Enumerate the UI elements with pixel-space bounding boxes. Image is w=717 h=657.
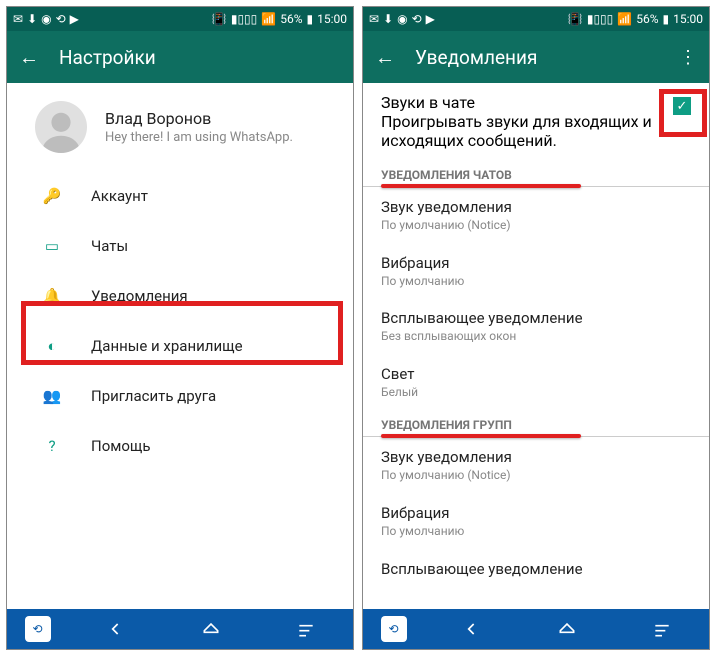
sync-icon: ⟲ (56, 12, 66, 26)
item-label: Аккаунт (91, 187, 148, 205)
setting-title: Вибрация (381, 254, 691, 272)
bell-icon: 🔔 (41, 287, 63, 305)
setting-subtitle: Белый (381, 385, 691, 401)
setting-group-sound[interactable]: Звук уведомления По умолчанию (Notice) (363, 438, 709, 494)
people-icon: 👥 (41, 387, 63, 405)
settings-item-chats[interactable]: ▭ Чаты (7, 221, 353, 271)
item-label: Пригласить друга (91, 387, 216, 405)
status-bar: ✉ ⬇ ◉ ⟲ ▶ 📳 ▮▯▯▯ 📶 56% ▮ 15:00 (7, 7, 353, 31)
more-icon[interactable]: ⋮ (679, 47, 697, 68)
page-title: Уведомления (415, 46, 537, 69)
teamviewer-icon[interactable]: ⟲ (381, 616, 407, 642)
setting-title: Звук уведомления (381, 448, 691, 466)
clock-text: 15:00 (317, 12, 347, 26)
download-icon: ⬇ (27, 12, 37, 26)
mail-icon: ✉ (13, 12, 23, 26)
setting-subtitle: Проигрывать звуки для входящих и исходящ… (381, 112, 663, 150)
teamviewer-icon[interactable]: ⟲ (25, 616, 51, 642)
home-nav-icon[interactable] (537, 615, 597, 643)
profile-row[interactable]: Влад Воронов Hey there! I am using Whats… (7, 83, 353, 171)
back-nav-icon[interactable] (442, 615, 502, 643)
setting-title: Звук уведомления (381, 198, 691, 216)
recent-nav-icon[interactable] (632, 615, 692, 643)
key-icon: 🔑 (41, 187, 63, 205)
profile-status: Hey there! I am using WhatsApp. (105, 130, 293, 145)
setting-title: Вибрация (381, 504, 691, 522)
chat-icon: ▭ (41, 237, 63, 255)
clock-text: 15:00 (673, 12, 703, 26)
section-chat-notifications: УВЕДОМЛЕНИЯ ЧАТОВ (363, 160, 709, 187)
home-nav-icon[interactable] (181, 615, 241, 643)
mail-icon: ✉ (369, 12, 379, 26)
store-icon: ▶ (426, 12, 435, 26)
signal-icon-2: 📶 (261, 12, 276, 26)
recent-nav-icon[interactable] (276, 615, 336, 643)
signal-icon: ▮▯▯▯ (231, 12, 257, 26)
item-label: Чаты (91, 237, 128, 255)
signal-icon: ▮▯▯▯ (587, 12, 613, 26)
store-icon: ▶ (70, 12, 79, 26)
notifications-content: Звуки в чате Проигрывать звуки для входя… (363, 83, 709, 609)
setting-chat-sounds[interactable]: Звуки в чате Проигрывать звуки для входя… (363, 83, 709, 160)
settings-item-notifications[interactable]: 🔔 Уведомления (7, 271, 353, 321)
setting-title: Всплывающее уведомление (381, 560, 691, 578)
page-title: Настройки (59, 46, 156, 69)
item-label: Уведомления (91, 287, 188, 305)
signal-icon-2: 📶 (617, 12, 632, 26)
setting-subtitle: По умолчанию (Notice) (381, 218, 691, 234)
phone-notifications: ✉ ⬇ ◉ ⟲ ▶ 📳 ▮▯▯▯ 📶 56% ▮ 15:00 ← Уведомл… (362, 6, 710, 650)
setting-subtitle: Без всплывающих окон (381, 329, 691, 345)
battery-text: 56% (280, 12, 302, 26)
checkbox-chat-sounds[interactable]: ✓ (673, 97, 691, 115)
item-label: Помощь (91, 437, 151, 455)
nav-bar: ⟲ (363, 609, 709, 649)
setting-title: Свет (381, 365, 691, 383)
setting-subtitle: По умолчанию (Notice) (381, 468, 691, 484)
data-icon: ◐ (41, 337, 63, 355)
download-icon: ⬇ (383, 12, 393, 26)
app-bar: ← Настройки (7, 31, 353, 83)
setting-vibration[interactable]: Вибрация По умолчанию (363, 244, 709, 300)
nav-bar: ⟲ (7, 609, 353, 649)
setting-group-popup[interactable]: Всплывающее уведомление (363, 550, 709, 580)
vibrate-icon: 📳 (568, 12, 583, 26)
settings-content: Влад Воронов Hey there! I am using Whats… (7, 83, 353, 609)
app-bar: ← Уведомления ⋮ (363, 31, 709, 83)
profile-name: Влад Воронов (105, 109, 293, 128)
setting-subtitle: По умолчанию (381, 274, 691, 290)
battery-icon: ▮ (307, 12, 314, 26)
setting-subtitle: По умолчанию (381, 524, 691, 540)
battery-text: 56% (636, 12, 658, 26)
setting-group-vibration[interactable]: Вибрация По умолчанию (363, 494, 709, 550)
eye-icon: ◉ (397, 12, 407, 26)
help-icon: ? (41, 437, 63, 455)
eye-icon: ◉ (41, 12, 51, 26)
battery-icon: ▮ (663, 12, 670, 26)
back-icon[interactable]: ← (19, 45, 39, 70)
settings-item-help[interactable]: ? Помощь (7, 421, 353, 471)
setting-title: Звуки в чате (381, 93, 663, 112)
section-group-notifications: УВЕДОМЛЕНИЯ ГРУПП (363, 410, 709, 437)
settings-item-data[interactable]: ◐ Данные и хранилище (7, 321, 353, 371)
back-nav-icon[interactable] (86, 615, 146, 643)
setting-title: Всплывающее уведомление (381, 309, 691, 327)
status-bar: ✉ ⬇ ◉ ⟲ ▶ 📳 ▮▯▯▯ 📶 56% ▮ 15:00 (363, 7, 709, 31)
vibrate-icon: 📳 (212, 12, 227, 26)
setting-popup[interactable]: Всплывающее уведомление Без всплывающих … (363, 299, 709, 355)
setting-sound[interactable]: Звук уведомления По умолчанию (Notice) (363, 188, 709, 244)
item-label: Данные и хранилище (91, 337, 243, 355)
settings-item-invite[interactable]: 👥 Пригласить друга (7, 371, 353, 421)
settings-item-account[interactable]: 🔑 Аккаунт (7, 171, 353, 221)
setting-light[interactable]: Свет Белый (363, 355, 709, 411)
sync-icon: ⟲ (412, 12, 422, 26)
avatar (35, 101, 87, 153)
phone-settings: ✉ ⬇ ◉ ⟲ ▶ 📳 ▮▯▯▯ 📶 56% ▮ 15:00 ← Настрой… (6, 6, 354, 650)
back-icon[interactable]: ← (375, 45, 395, 70)
